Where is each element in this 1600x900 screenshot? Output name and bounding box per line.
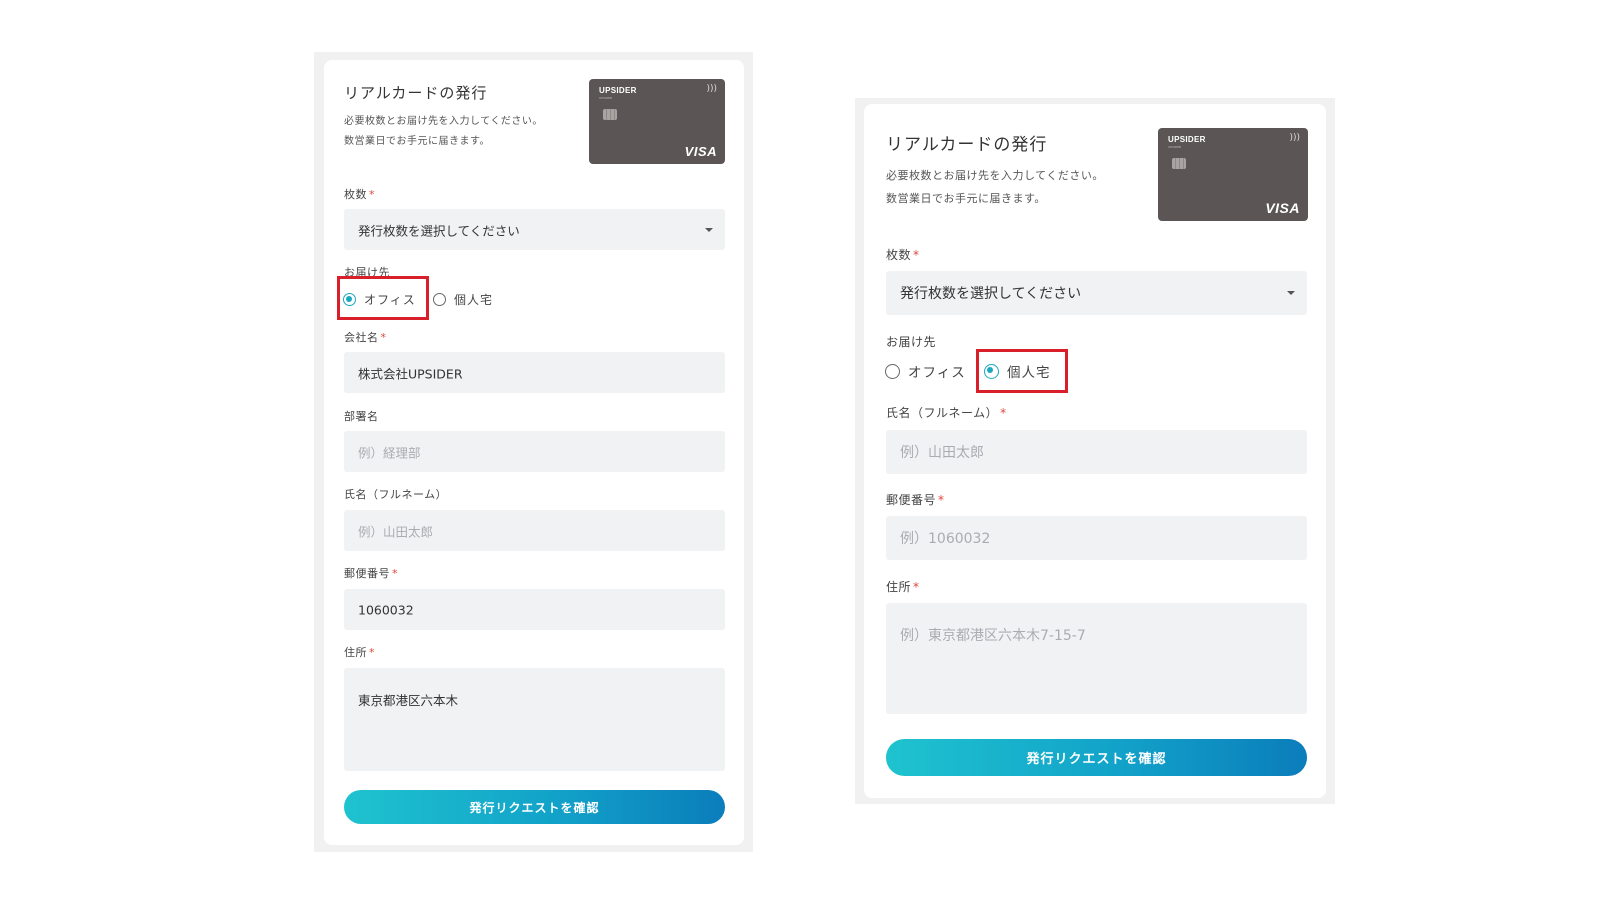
required-mark: *	[369, 646, 375, 659]
required-mark: *	[913, 248, 920, 262]
right-count-label: 枚数 *	[886, 246, 920, 263]
stage: リアルカードの発行 必要枚数とお届け先を入力してください。 数営業日でお手元に届…	[0, 0, 1600, 900]
right-name-label-text: 氏名（フルネーム）	[886, 406, 999, 420]
left-name-placeholder: 例）山田太郎	[358, 524, 434, 539]
card-brand-logo: UPSIDER	[1168, 135, 1206, 144]
left-address-value: 東京都港区六本木	[358, 693, 459, 708]
left-count-select[interactable]: 発行枚数を選択してください	[344, 209, 725, 250]
right-highlight-box	[976, 349, 1068, 393]
right-desc-line-2: 数営業日でお手元に届きます。	[886, 192, 1046, 205]
left-department-input[interactable]: 例）経理部	[344, 431, 725, 472]
visa-logo: VISA	[1265, 200, 1300, 216]
right-form-description: 必要枚数とお届け先を入力してください。 数営業日でお手元に届きます。	[886, 164, 1104, 210]
left-address-textarea[interactable]: 東京都港区六本木	[344, 668, 725, 771]
right-submit-button[interactable]: 発行リクエストを確認	[886, 739, 1307, 776]
visa-logo: VISA	[684, 144, 717, 159]
required-mark: *	[392, 567, 398, 580]
right-zip-input[interactable]: 例）1060032	[886, 516, 1307, 560]
chip-icon	[1172, 158, 1186, 169]
right-radio-office-label: オフィス	[908, 365, 966, 381]
left-company-input[interactable]: 株式会社UPSIDER	[344, 352, 725, 393]
required-mark: *	[1000, 406, 1007, 420]
left-zip-input[interactable]: 1060032	[344, 589, 725, 630]
left-card-image: UPSIDER UPSIDER ))) VISA	[589, 79, 725, 164]
left-address-label: 住所 *	[344, 644, 375, 660]
right-address-placeholder: 例）東京都港区六本木7-15-7	[900, 628, 1086, 644]
right-zip-placeholder: 例）1060032	[900, 531, 991, 547]
caret-down-icon	[1287, 291, 1295, 295]
left-desc-line-1: 必要枚数とお届け先を入力してください。	[344, 116, 543, 127]
card-brand-sub: UPSIDER	[599, 96, 613, 100]
contactless-icon: )))	[706, 84, 717, 94]
left-count-label: 枚数 *	[344, 186, 375, 202]
right-delivery-label: お届け先	[886, 335, 937, 349]
left-name-input[interactable]: 例）山田太郎	[344, 510, 725, 551]
required-mark: *	[913, 580, 920, 594]
left-name-label: 氏名（フルネーム）	[344, 488, 448, 501]
left-zip-label-text: 郵便番号	[344, 567, 390, 580]
card-brand-logo: UPSIDER	[599, 86, 637, 95]
left-department-placeholder: 例）経理部	[358, 445, 421, 460]
right-name-placeholder: 例）山田太郎	[900, 445, 984, 461]
right-name-input[interactable]: 例）山田太郎	[886, 430, 1307, 474]
right-desc-line-1: 必要枚数とお届け先を入力してください。	[886, 169, 1104, 182]
right-card-image: UPSIDER UPSIDER ))) VISA	[1158, 128, 1308, 221]
radio-unchecked-icon	[885, 363, 900, 379]
right-radio-office[interactable]: オフィス	[885, 361, 966, 381]
left-address-label-text: 住所	[344, 646, 367, 659]
right-form-title: リアルカードの発行	[886, 135, 1048, 155]
left-desc-line-2: 数営業日でお手元に届きます。	[344, 136, 490, 147]
left-zip-label: 郵便番号 *	[344, 565, 398, 581]
left-submit-button[interactable]: 発行リクエストを確認	[344, 790, 725, 824]
right-address-textarea[interactable]: 例）東京都港区六本木7-15-7	[886, 603, 1307, 714]
left-department-label: 部署名	[344, 410, 379, 423]
caret-down-icon	[705, 227, 713, 232]
left-count-label-text: 枚数	[344, 188, 367, 201]
left-highlight-box	[337, 276, 429, 320]
left-company-label-text: 会社名	[344, 331, 379, 344]
chip-icon	[603, 109, 617, 120]
required-mark: *	[369, 188, 375, 201]
left-radio-home-label: 個人宅	[454, 293, 494, 307]
right-zip-label-text: 郵便番号	[886, 493, 937, 507]
right-address-label-text: 住所	[886, 580, 912, 594]
radio-unchecked-icon	[433, 293, 446, 306]
left-company-label: 会社名 *	[344, 329, 387, 345]
left-count-select-value: 発行枚数を選択してください	[358, 223, 520, 238]
contactless-icon: )))	[1289, 133, 1300, 143]
right-zip-label: 郵便番号 *	[886, 491, 945, 508]
right-count-select[interactable]: 発行枚数を選択してください	[886, 271, 1307, 315]
left-company-value: 株式会社UPSIDER	[358, 366, 463, 381]
right-name-label: 氏名（フルネーム） *	[886, 404, 1007, 421]
left-zip-value: 1060032	[358, 602, 414, 617]
left-form-title: リアルカードの発行	[344, 84, 488, 102]
required-mark: *	[938, 493, 945, 507]
right-address-label: 住所 *	[886, 578, 920, 595]
required-mark: *	[380, 331, 387, 344]
card-brand-sub: UPSIDER	[1168, 145, 1182, 149]
right-count-select-value: 発行枚数を選択してください	[900, 286, 1082, 302]
left-form-description: 必要枚数とお届け先を入力してください。 数営業日でお手元に届きます。	[344, 112, 543, 152]
left-radio-home[interactable]: 個人宅	[433, 291, 493, 308]
right-count-label-text: 枚数	[886, 248, 912, 262]
